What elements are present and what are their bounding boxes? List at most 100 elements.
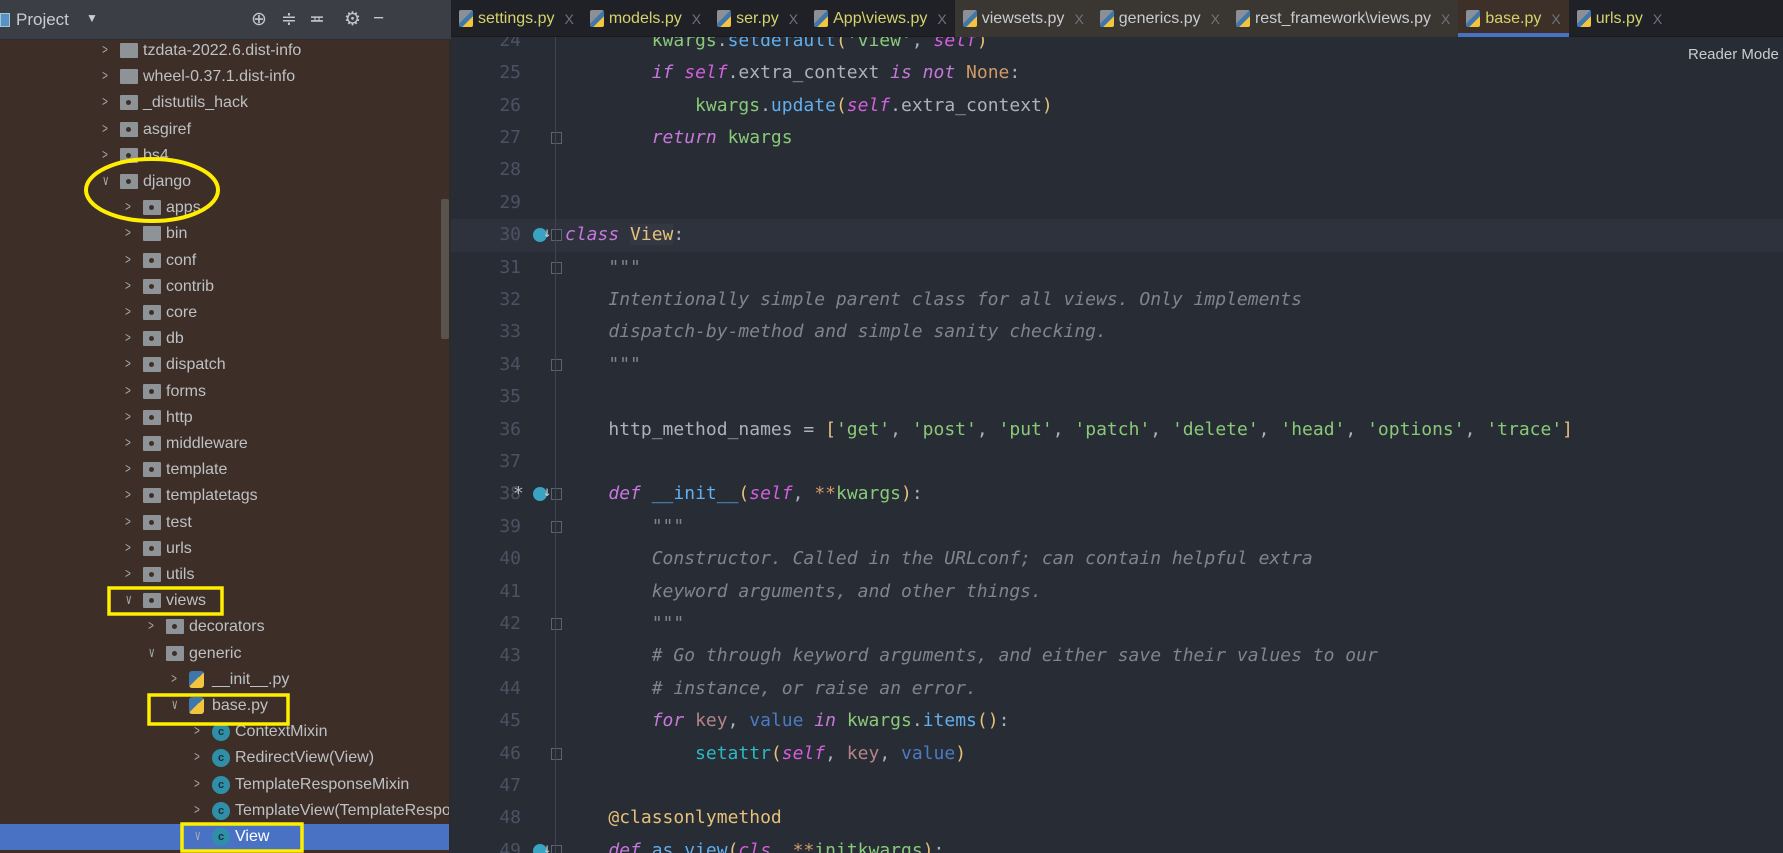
chevron-right-icon[interactable]: >	[125, 198, 135, 214]
chevron-down-icon[interactable]: ∨	[171, 696, 181, 713]
chevron-right-icon[interactable]: >	[102, 120, 112, 136]
editor-tab[interactable]: models.py X	[582, 0, 709, 37]
chevron-right-icon[interactable]: >	[125, 277, 135, 293]
tree-item[interactable]: > test	[0, 510, 451, 536]
code-line[interactable]: 40 Constructor. Called in the URLconf; c…	[451, 543, 1783, 575]
tree-item[interactable]: ∨ django	[0, 169, 451, 195]
chevron-down-icon[interactable]: ∨	[102, 172, 112, 189]
tree-item[interactable]: > forms	[0, 379, 451, 405]
tree-item[interactable]: > c TemplateView(TemplateRespo	[0, 798, 451, 824]
chevron-down-icon[interactable]: ▼	[86, 11, 98, 25]
editor-tab[interactable]: rest_framework\views.py X	[1227, 0, 1459, 37]
tree-item[interactable]: > templatetags	[0, 483, 451, 509]
fold-marker-icon[interactable]	[551, 261, 562, 274]
minimize-icon[interactable]: −	[373, 8, 384, 30]
code-line[interactable]: 48 @classonlymethod	[451, 802, 1783, 834]
code-line[interactable]: 45 for key, value in kwargs.items():	[451, 705, 1783, 737]
project-title[interactable]: Project	[16, 10, 69, 30]
editor-tab[interactable]: urls.py X	[1569, 0, 1670, 37]
expand-all-icon[interactable]: ≑	[281, 8, 297, 31]
chevron-right-icon[interactable]: >	[102, 93, 112, 109]
editor-tab[interactable]: generics.py X	[1091, 0, 1228, 37]
editor-tab[interactable]: viewsets.py X	[954, 0, 1092, 37]
chevron-right-icon[interactable]: >	[102, 67, 112, 83]
tree-item[interactable]: > _distutils_hack	[0, 90, 451, 116]
chevron-right-icon[interactable]: >	[125, 565, 135, 581]
tree-item[interactable]: > db	[0, 326, 451, 352]
fold-marker-icon[interactable]	[551, 844, 562, 853]
tree-item[interactable]: ∨ c View	[0, 824, 451, 850]
editor-tab[interactable]: base.py X	[1458, 0, 1570, 37]
fold-marker-icon[interactable]	[551, 358, 562, 371]
editor-tab[interactable]: App\views.py X	[806, 0, 955, 37]
tree-item[interactable]: > contrib	[0, 274, 451, 300]
chevron-right-icon[interactable]: >	[171, 670, 181, 686]
override-method-icon[interactable]: ↓	[529, 478, 551, 510]
chevron-right-icon[interactable]: >	[125, 434, 135, 450]
tree-item[interactable]: > __init__.py	[0, 667, 451, 693]
close-tab-icon[interactable]: X	[1441, 11, 1450, 27]
chevron-right-icon[interactable]: >	[194, 722, 204, 738]
chevron-right-icon[interactable]: >	[125, 408, 135, 424]
close-tab-icon[interactable]: X	[937, 11, 946, 27]
code-line[interactable]: 36 http_method_names = ['get', 'post', '…	[451, 414, 1783, 446]
code-line[interactable]: 44 # instance, or raise an error.	[451, 673, 1783, 705]
chevron-right-icon[interactable]: >	[125, 224, 135, 240]
tree-item[interactable]: > c RedirectView(View)	[0, 745, 451, 771]
code-line[interactable]: 38 * ↓ def __init__(self, **kwargs):	[451, 478, 1783, 510]
code-line[interactable]: 32 Intentionally simple parent class for…	[451, 284, 1783, 316]
tree-item[interactable]: > asgiref	[0, 117, 451, 143]
chevron-right-icon[interactable]: >	[194, 801, 204, 817]
chevron-right-icon[interactable]: >	[125, 382, 135, 398]
code-line[interactable]: 43 # Go through keyword arguments, and e…	[451, 640, 1783, 672]
close-tab-icon[interactable]: X	[692, 11, 701, 27]
tree-item[interactable]: > conf	[0, 248, 451, 274]
tree-item[interactable]: > dispatch	[0, 352, 451, 378]
override-method-icon[interactable]: ↓	[529, 219, 551, 251]
chevron-right-icon[interactable]: >	[148, 617, 158, 633]
tree-item[interactable]: > apps	[0, 195, 451, 221]
close-tab-icon[interactable]: X	[789, 11, 798, 27]
code-line[interactable]: 46 setattr(self, key, value)	[451, 738, 1783, 770]
fold-marker-icon[interactable]	[551, 488, 562, 501]
tree-item[interactable]: > template	[0, 457, 451, 483]
close-tab-icon[interactable]: X	[1653, 11, 1662, 27]
close-tab-icon[interactable]: X	[564, 11, 573, 27]
tree-item[interactable]: > c TemplateResponseMixin	[0, 772, 451, 798]
editor-tab[interactable]: settings.py X	[451, 0, 582, 37]
chevron-right-icon[interactable]: >	[102, 41, 112, 57]
editor-tab[interactable]: ser.py X	[709, 0, 806, 37]
code-line[interactable]: 37	[451, 446, 1783, 478]
close-tab-icon[interactable]: X	[1551, 11, 1560, 27]
fold-marker-icon[interactable]	[551, 747, 562, 760]
code-line[interactable]: 49 ↓ def as_view(cls, **initkwargs):	[451, 835, 1783, 853]
code-line[interactable]: 34 """	[451, 349, 1783, 381]
code-line[interactable]: 42 """	[451, 608, 1783, 640]
fold-marker-icon[interactable]	[551, 229, 562, 242]
code-editor[interactable]: Reader Mode 24 kwargs.setdefault('view',…	[451, 0, 1783, 853]
tree-scrollbar[interactable]	[441, 199, 449, 339]
code-line[interactable]: 41 keyword arguments, and other things.	[451, 576, 1783, 608]
chevron-right-icon[interactable]: >	[125, 460, 135, 476]
locate-icon[interactable]: ⊕	[251, 8, 267, 31]
chevron-down-icon[interactable]: ∨	[125, 591, 135, 608]
reader-mode-button[interactable]: Reader Mode	[1688, 46, 1779, 63]
code-line[interactable]: 25 if self.extra_context is not None:	[451, 57, 1783, 89]
tree-item[interactable]: > utils	[0, 562, 451, 588]
chevron-right-icon[interactable]: >	[125, 539, 135, 555]
tree-item[interactable]: > bs4	[0, 143, 451, 169]
gear-icon[interactable]: ⚙	[344, 8, 361, 31]
tree-item[interactable]: > urls	[0, 536, 451, 562]
chevron-right-icon[interactable]: >	[125, 303, 135, 319]
chevron-right-icon[interactable]: >	[125, 513, 135, 529]
code-line[interactable]: 47	[451, 770, 1783, 802]
tree-item[interactable]: > wheel-0.37.1.dist-info	[0, 64, 451, 90]
fold-marker-icon[interactable]	[551, 618, 562, 630]
fold-marker-icon[interactable]	[551, 132, 562, 144]
code-line[interactable]: 29	[451, 187, 1783, 219]
tree-item[interactable]: ∨ generic	[0, 641, 451, 667]
code-line[interactable]: 28	[451, 154, 1783, 186]
tree-item[interactable]: > middleware	[0, 431, 451, 457]
code-line[interactable]: 39 """	[451, 511, 1783, 543]
code-line[interactable]: 35	[451, 381, 1783, 413]
